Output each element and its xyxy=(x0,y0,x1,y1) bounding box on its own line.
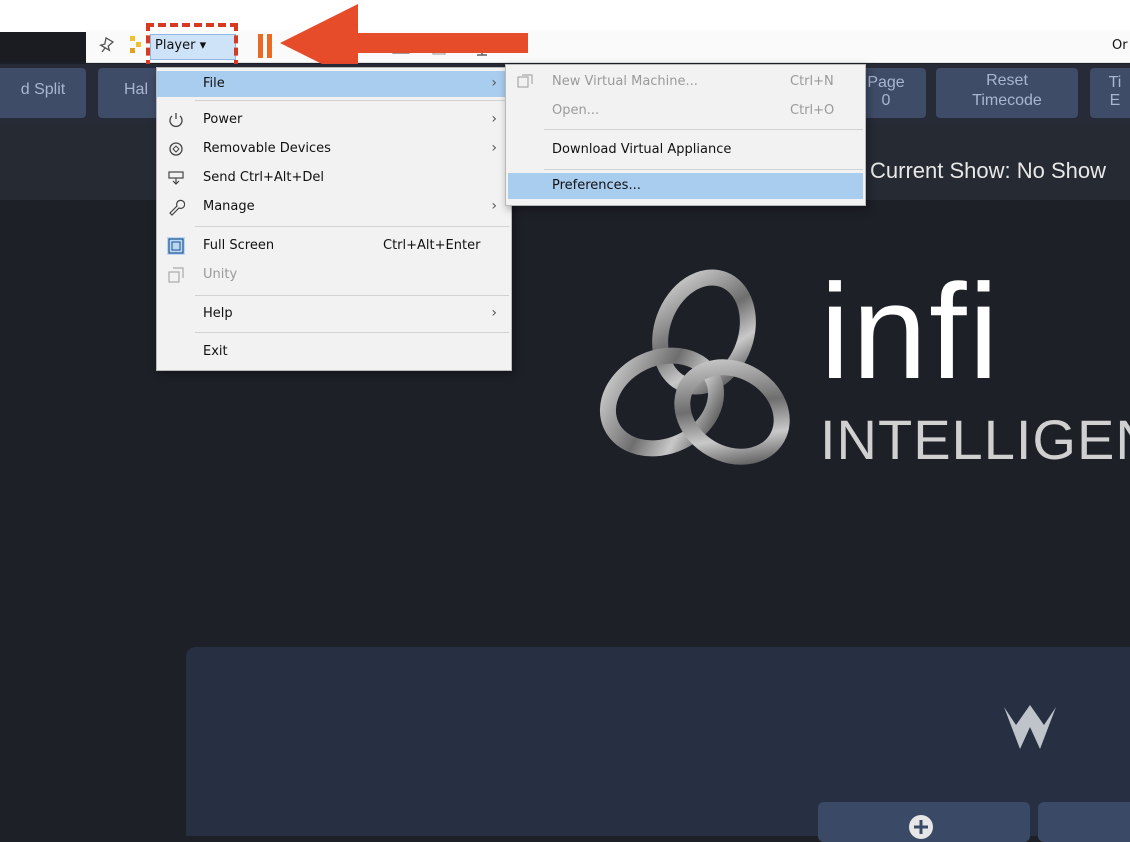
menu-item-label: Full Screen xyxy=(203,238,275,253)
menu-item-label: Send Ctrl+Alt+Del xyxy=(203,170,325,185)
stage-button-ti[interactable]: Ti E xyxy=(1090,68,1130,118)
menu-separator xyxy=(195,100,509,101)
chevron-right-icon: › xyxy=(491,111,497,127)
menu-item-label: Unity xyxy=(203,267,238,282)
pause-icon[interactable] xyxy=(258,34,272,58)
stage-button-split[interactable]: d Split xyxy=(0,68,86,118)
secondary-card-button[interactable] xyxy=(1038,802,1130,842)
stage-button-label: d Split xyxy=(20,81,66,98)
file-submenu: New Virtual Machine... Ctrl+N Open... Ct… xyxy=(505,64,866,206)
reset-timecode-label: Reset Timecode xyxy=(972,72,1042,109)
unity-icon xyxy=(168,267,184,283)
stage-button-half[interactable]: Hal xyxy=(98,68,158,118)
menu-item-exit[interactable]: Exit xyxy=(157,339,511,365)
menu-item-label: Preferences... xyxy=(552,178,641,193)
new-vm-icon xyxy=(517,74,533,88)
chevron-right-icon: › xyxy=(491,140,497,156)
menu-item-send-ctrl-alt-del[interactable]: Send Ctrl+Alt+Del xyxy=(157,165,511,191)
menu-item-preferences[interactable]: Preferences... xyxy=(508,173,863,199)
plus-circle-icon xyxy=(909,815,933,839)
menu-item-manage[interactable]: Manage › xyxy=(157,194,511,220)
menu-item-label: Manage xyxy=(203,199,255,214)
menu-item-unity[interactable]: Unity xyxy=(157,262,511,288)
menu-item-power[interactable]: Power › xyxy=(157,107,511,133)
menu-item-file[interactable]: File › xyxy=(157,71,511,97)
logo-wordmark: infi xyxy=(820,256,1001,407)
power-icon xyxy=(169,113,183,128)
menu-item-full-screen[interactable]: Full Screen Ctrl+Alt+Enter xyxy=(157,233,511,259)
menu-separator xyxy=(195,295,509,296)
menu-item-label: New Virtual Machine... xyxy=(552,74,698,89)
chevron-right-icon: › xyxy=(491,198,497,214)
vm-library-icon[interactable] xyxy=(126,34,146,56)
toolbar-strip xyxy=(86,30,1130,63)
player-highlight-box xyxy=(146,23,238,68)
menu-item-label: Help xyxy=(203,306,233,321)
menu-item-shortcut: Ctrl+O xyxy=(790,103,835,118)
logo-subtitle: INTELLIGEN xyxy=(820,408,1130,471)
stage-button-sublabel: E xyxy=(1109,92,1121,109)
toolbar-right-text: Or xyxy=(1112,38,1128,53)
menu-item-open[interactable]: Open... Ctrl+O xyxy=(506,98,865,124)
menu-item-removable-devices[interactable]: Removable Devices › xyxy=(157,136,511,162)
menu-separator xyxy=(544,169,863,170)
fullscreen-icon xyxy=(167,237,185,255)
removable-devices-icon xyxy=(169,142,183,156)
keyboard-send-icon xyxy=(168,171,184,185)
menu-item-label: Power xyxy=(203,112,243,127)
menu-item-label: Download Virtual Appliance xyxy=(552,142,732,157)
menu-separator xyxy=(544,129,863,130)
menu-item-download-virtual-appliance[interactable]: Download Virtual Appliance xyxy=(506,137,865,163)
stage-button-label: Hal xyxy=(124,81,149,98)
stage-button-label: Ti xyxy=(1108,74,1122,91)
wrench-icon xyxy=(169,199,185,216)
menu-item-shortcut: Ctrl+N xyxy=(790,74,834,89)
menu-separator xyxy=(195,332,509,333)
reset-timecode-button[interactable]: Reset Timecode xyxy=(936,68,1078,118)
current-show-text: Current Show: No Show xyxy=(870,158,1106,183)
crown-icon xyxy=(1004,705,1056,749)
menu-item-help[interactable]: Help › xyxy=(157,301,511,327)
pin-icon[interactable] xyxy=(96,36,116,56)
toolbar-dark-region xyxy=(0,32,86,62)
menu-item-label: Exit xyxy=(203,344,228,359)
menu-separator xyxy=(195,226,509,227)
menu-item-new-virtual-machine[interactable]: New Virtual Machine... Ctrl+N xyxy=(506,69,865,95)
player-dropdown-menu: File › Power › Removable Devices › Send … xyxy=(156,67,512,371)
menu-item-shortcut: Ctrl+Alt+Enter xyxy=(383,238,481,253)
menu-item-label: Open... xyxy=(552,103,600,118)
menu-item-label: File xyxy=(203,76,225,91)
chevron-right-icon: › xyxy=(491,75,497,91)
menu-item-label: Removable Devices xyxy=(203,141,331,156)
chevron-right-icon: › xyxy=(491,305,497,321)
